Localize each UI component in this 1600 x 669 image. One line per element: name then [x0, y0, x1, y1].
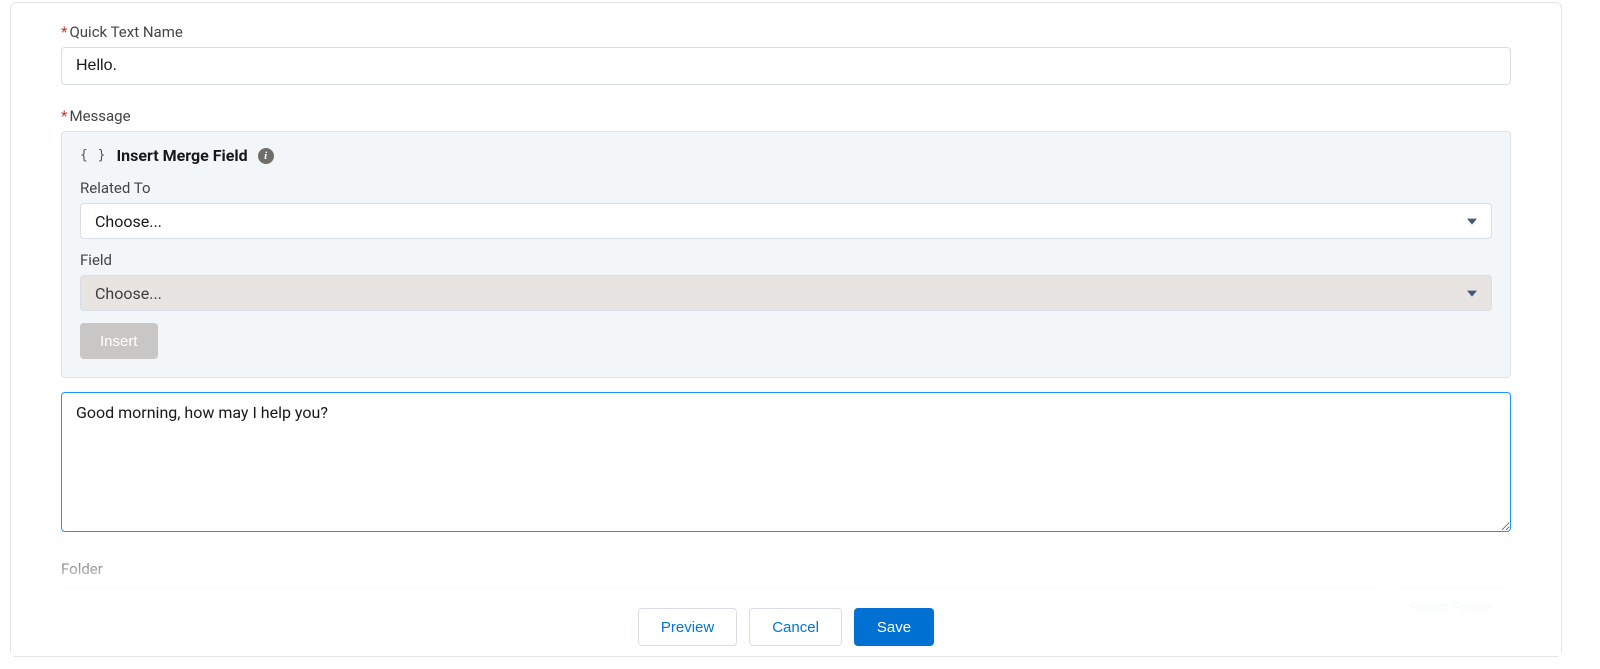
save-button[interactable]: Save: [854, 608, 934, 646]
field-label: Field: [80, 251, 1492, 269]
merge-field-braces-icon: { }: [80, 148, 106, 163]
insert-button[interactable]: Insert: [80, 323, 158, 359]
required-asterisk-icon: *: [61, 107, 67, 125]
message-label-text: Message: [69, 107, 130, 125]
quick-text-form-panel: *Quick Text Name *Message { } Insert Mer…: [10, 2, 1562, 657]
name-field-label: *Quick Text Name: [61, 23, 1511, 41]
chevron-down-icon: [1467, 219, 1477, 225]
preview-button[interactable]: Preview: [638, 608, 737, 646]
related-to-value: Choose...: [95, 212, 162, 231]
related-to-select[interactable]: Choose...: [80, 203, 1492, 239]
footer-action-bar: Preview Cancel Save: [11, 608, 1561, 646]
cancel-button[interactable]: Cancel: [749, 608, 842, 646]
message-textarea[interactable]: [61, 392, 1511, 532]
field-select-value: Choose...: [95, 284, 162, 303]
merge-field-title: Insert Merge Field: [116, 146, 247, 165]
chevron-down-icon: [1467, 291, 1477, 297]
folder-label: Folder: [61, 560, 1511, 578]
required-asterisk-icon: *: [61, 23, 67, 41]
field-select[interactable]: Choose...: [80, 275, 1492, 311]
related-to-label: Related To: [80, 179, 1492, 197]
name-field-block: *Quick Text Name: [61, 23, 1511, 85]
merge-field-header: { } Insert Merge Field i: [80, 146, 1492, 165]
name-input[interactable]: [61, 47, 1511, 85]
message-field-label: *Message: [61, 107, 1511, 125]
info-icon[interactable]: i: [258, 148, 274, 164]
insert-merge-field-panel: { } Insert Merge Field i Related To Choo…: [61, 131, 1511, 378]
name-label-text: Quick Text Name: [69, 23, 182, 41]
